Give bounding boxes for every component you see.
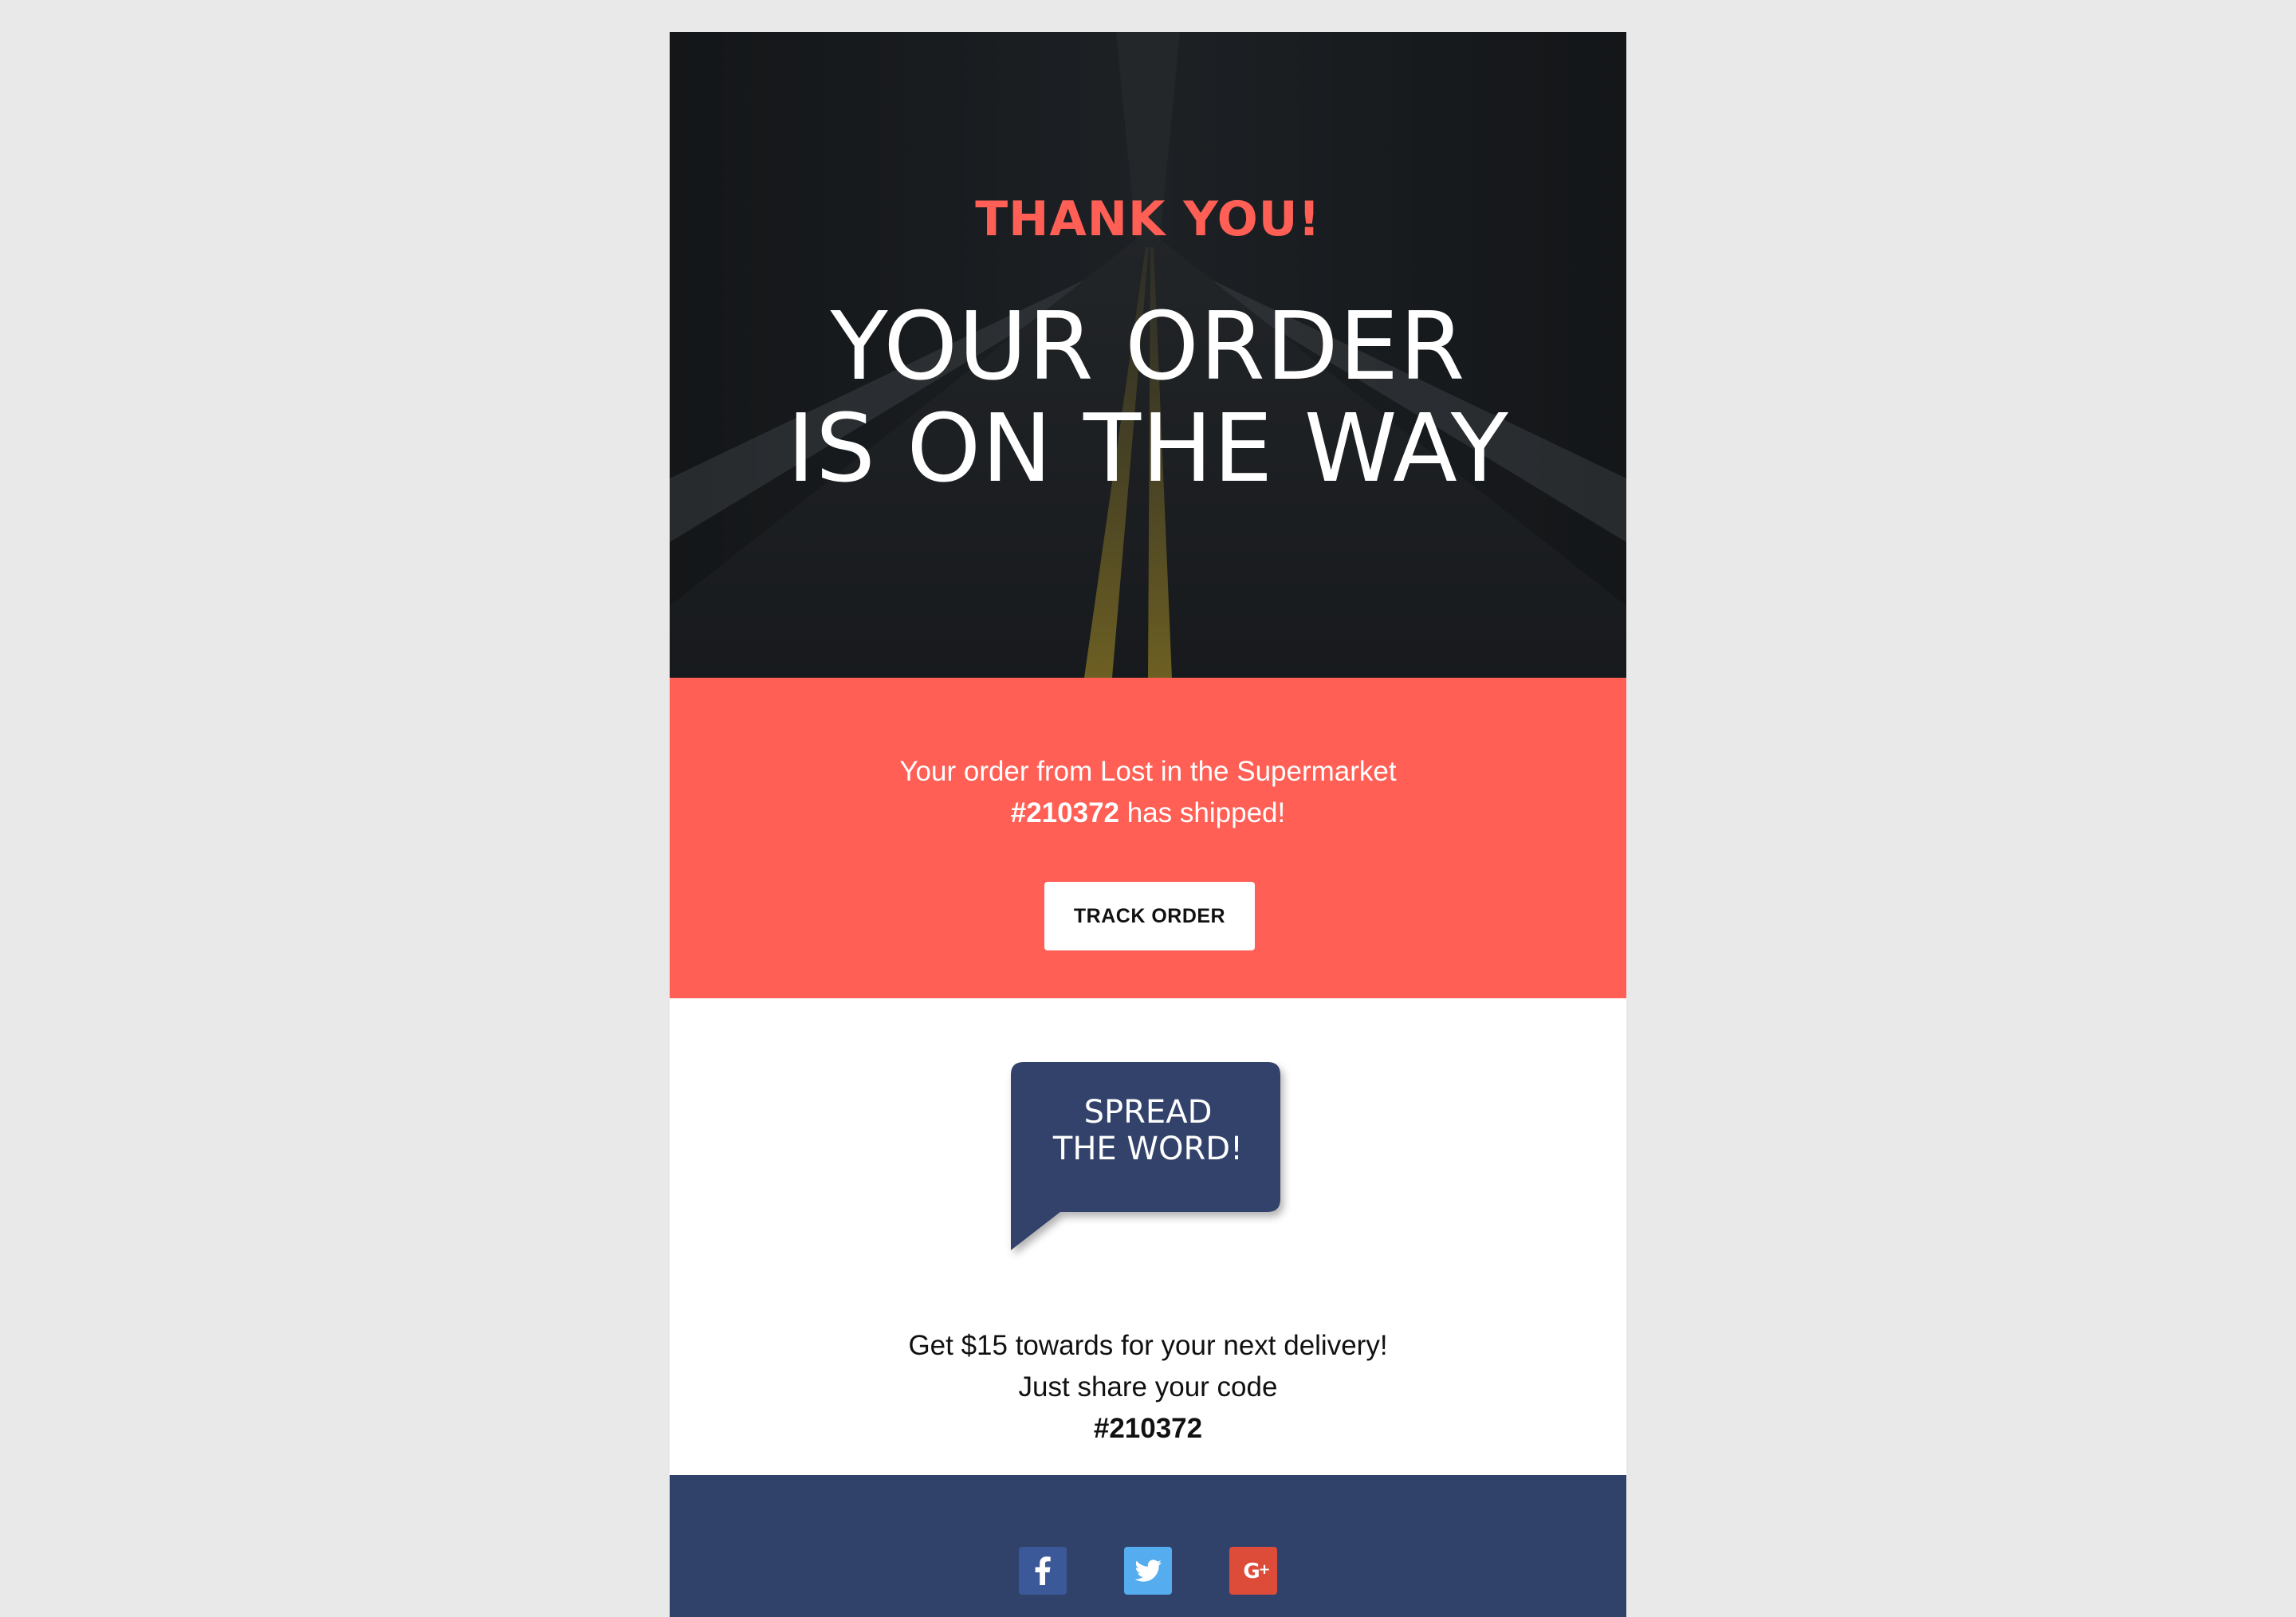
bubble-line-2: THE WORD! [1052,1131,1244,1167]
thank-you-kicker: THANK YOU! [975,191,1321,247]
footer-section: G + [670,1475,1626,1617]
headline-line-2: IS ON THE WAY [787,393,1509,503]
track-order-button[interactable]: TRACK ORDER [1044,882,1255,950]
promo-line-2-prefix: Just share your code [1018,1371,1278,1403]
hero-headline: YOUR ORDER IS ON THE WAY [670,295,1626,499]
promo-line-2: Just share your code #210372 [670,1367,1626,1450]
bubble-line-1: SPREAD [1083,1094,1213,1131]
shipment-line-1: Your order from Lost in the Supermarket [899,756,1397,787]
facebook-button[interactable] [1019,1547,1067,1595]
google-plus-button[interactable]: G + [1229,1547,1277,1595]
shipment-line-2: #210372 has shipped! [670,793,1626,834]
twitter-icon [1134,1560,1162,1582]
shipment-line-2-suffix: has shipped! [1119,797,1286,828]
email-container: THANK YOU! YOUR ORDER IS ON THE WAY Your… [670,32,1626,1617]
svg-text:+: + [1258,1561,1270,1578]
referral-section: SPREAD THE WORD! Get $15 towards for you… [670,998,1626,1475]
order-number: #210372 [1010,797,1120,828]
twitter-button[interactable] [1124,1547,1172,1595]
promo-message: Get $15 towards for your next delivery! … [670,1325,1626,1450]
facebook-icon [1035,1556,1051,1585]
promo-line-1: Get $15 towards for your next delivery! [908,1330,1388,1361]
google-plus-icon: G + [1243,1560,1270,1584]
hero-section: THANK YOU! YOUR ORDER IS ON THE WAY [670,32,1626,678]
promo-code: #210372 [1093,1413,1203,1444]
shipment-message: Your order from Lost in the Supermarket … [670,751,1626,834]
bubble-text: SPREAD THE WORD! [1005,1094,1292,1167]
headline-line-1: YOUR ORDER [830,291,1466,401]
spread-the-word-bubble: SPREAD THE WORD! [1005,1062,1292,1269]
shipment-section: Your order from Lost in the Supermarket … [670,678,1626,998]
